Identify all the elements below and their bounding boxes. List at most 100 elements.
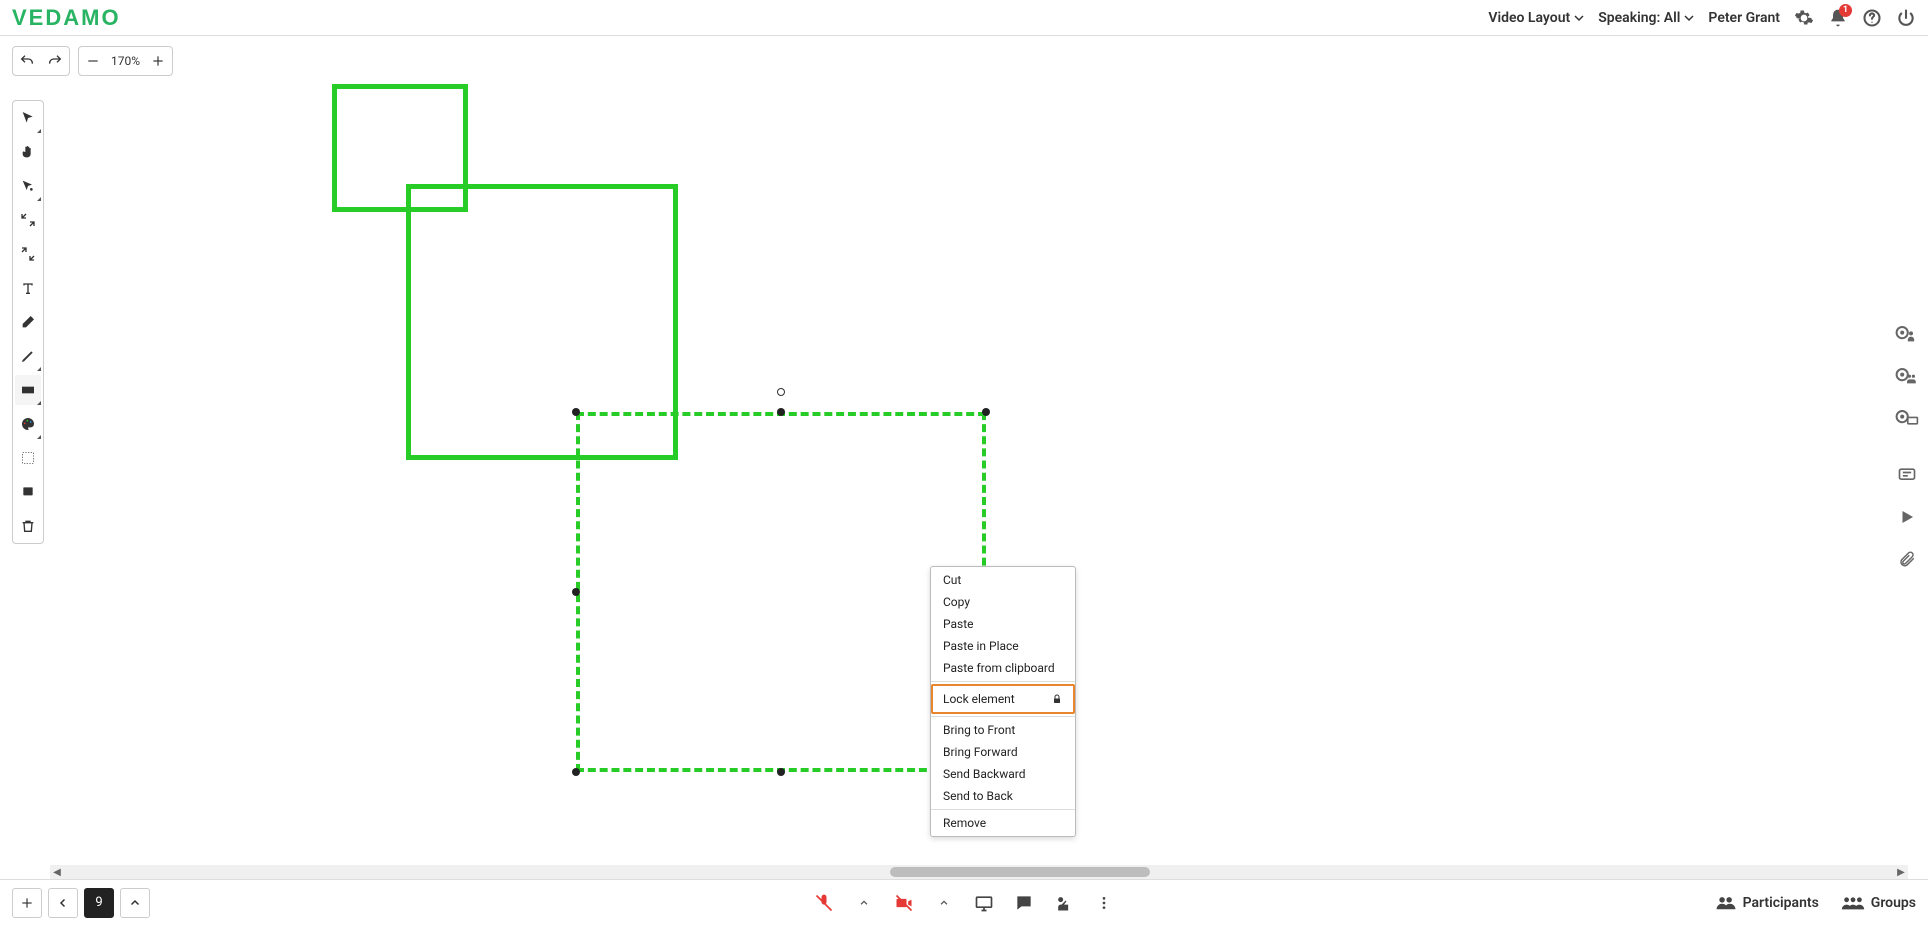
pan-tool[interactable] bbox=[13, 135, 43, 169]
file-tool[interactable] bbox=[13, 475, 43, 509]
chat-button[interactable] bbox=[1013, 892, 1035, 914]
brand-logo: VEDAMO bbox=[12, 5, 121, 31]
eraser-tool[interactable] bbox=[13, 305, 43, 339]
screen-share-button[interactable] bbox=[973, 892, 995, 914]
fit-tool[interactable] bbox=[13, 203, 43, 237]
pen-icon bbox=[20, 348, 36, 364]
laser-tool[interactable] bbox=[13, 169, 43, 203]
video-layout-label: Video Layout bbox=[1488, 10, 1570, 26]
chevron-up-icon bbox=[129, 897, 141, 909]
ctx-paste-from-clipboard[interactable]: Paste from clipboard bbox=[931, 657, 1075, 679]
raise-hand-button[interactable] bbox=[1053, 892, 1075, 914]
notifications-button[interactable]: 1 bbox=[1828, 8, 1848, 28]
ctx-bring-forward[interactable]: Bring Forward bbox=[931, 741, 1075, 763]
add-page-button[interactable] bbox=[12, 888, 42, 918]
color-tool[interactable] bbox=[13, 407, 43, 441]
chevron-left-icon bbox=[57, 897, 69, 909]
hand-icon bbox=[20, 144, 36, 160]
ctx-send-backward[interactable]: Send Backward bbox=[931, 763, 1075, 785]
pen-tool[interactable] bbox=[13, 339, 43, 373]
shape-tool[interactable] bbox=[13, 373, 43, 407]
ctx-paste-label: Paste bbox=[943, 617, 974, 631]
panel-camera-user[interactable] bbox=[1892, 320, 1922, 350]
select-tool[interactable] bbox=[13, 101, 43, 135]
grid-icon bbox=[20, 450, 36, 466]
panel-camera-screen[interactable] bbox=[1892, 404, 1922, 434]
selection-handle[interactable] bbox=[572, 768, 580, 776]
file-icon bbox=[20, 484, 36, 500]
camera-dropdown[interactable] bbox=[933, 892, 955, 914]
video-layout-dropdown[interactable]: Video Layout bbox=[1488, 10, 1584, 26]
chat-icon bbox=[1897, 465, 1917, 485]
ctx-paste-in-place-label: Paste in Place bbox=[943, 639, 1019, 653]
collapse-icon bbox=[20, 212, 36, 228]
delete-tool[interactable] bbox=[13, 509, 43, 543]
participants-icon bbox=[1715, 894, 1737, 912]
bottom-center-controls bbox=[813, 892, 1115, 914]
selection-handle[interactable] bbox=[777, 768, 785, 776]
trash-icon bbox=[20, 518, 36, 534]
settings-button[interactable] bbox=[1794, 8, 1814, 28]
palette-icon bbox=[20, 416, 36, 432]
selection-handle[interactable] bbox=[777, 408, 785, 416]
ctx-lock-element-label: Lock element bbox=[943, 692, 1015, 706]
scroll-left-arrow[interactable]: ◀ bbox=[50, 865, 64, 879]
current-page-indicator[interactable]: 9 bbox=[84, 888, 114, 918]
grid-tool[interactable] bbox=[13, 441, 43, 475]
page-controls: 9 bbox=[12, 888, 150, 918]
ctx-remove-label: Remove bbox=[943, 816, 986, 830]
camera-group-icon bbox=[1895, 367, 1919, 387]
selection-handle[interactable] bbox=[572, 588, 580, 596]
speaking-dropdown[interactable]: Speaking: All bbox=[1598, 10, 1694, 26]
panel-attach[interactable] bbox=[1892, 544, 1922, 574]
ctx-bring-to-front[interactable]: Bring to Front bbox=[931, 719, 1075, 741]
rotation-handle[interactable] bbox=[777, 388, 785, 396]
scrollbar-thumb[interactable] bbox=[890, 867, 1150, 877]
pointer-icon bbox=[20, 110, 36, 126]
more-button[interactable] bbox=[1093, 892, 1115, 914]
groups-label: Groups bbox=[1871, 895, 1916, 911]
prev-page-button[interactable] bbox=[48, 888, 78, 918]
undo-button[interactable] bbox=[13, 47, 41, 75]
ctx-paste[interactable]: Paste bbox=[931, 613, 1075, 635]
mic-dropdown[interactable] bbox=[853, 892, 875, 914]
ctx-paste-in-place[interactable]: Paste in Place bbox=[931, 635, 1075, 657]
scroll-right-arrow[interactable]: ▶ bbox=[1894, 865, 1908, 879]
ctx-cut[interactable]: Cut bbox=[931, 569, 1075, 591]
power-icon bbox=[1896, 8, 1916, 28]
user-name[interactable]: Peter Grant bbox=[1708, 10, 1780, 26]
ctx-remove[interactable]: Remove bbox=[931, 812, 1075, 834]
gear-icon bbox=[1794, 8, 1814, 28]
participants-button[interactable]: Participants bbox=[1715, 894, 1819, 912]
selection-handle[interactable] bbox=[572, 408, 580, 416]
screen-icon bbox=[974, 893, 994, 913]
canvas-shape-selected[interactable] bbox=[576, 412, 986, 772]
panel-play[interactable] bbox=[1892, 502, 1922, 532]
raise-hand-icon bbox=[1054, 893, 1074, 913]
mic-off-button[interactable] bbox=[813, 892, 835, 914]
notification-badge: 1 bbox=[1839, 4, 1852, 17]
chevron-up-icon bbox=[859, 898, 869, 908]
text-tool[interactable] bbox=[13, 271, 43, 305]
ctx-copy[interactable]: Copy bbox=[931, 591, 1075, 613]
expand-tool[interactable] bbox=[13, 237, 43, 271]
chevron-down-icon bbox=[1574, 13, 1584, 23]
eraser-icon bbox=[20, 314, 36, 330]
user-name-label: Peter Grant bbox=[1708, 10, 1780, 26]
rectangle-icon bbox=[20, 382, 36, 398]
panel-camera-group[interactable] bbox=[1892, 362, 1922, 392]
ctx-separator bbox=[931, 809, 1075, 810]
panel-chat[interactable] bbox=[1892, 460, 1922, 490]
selection-handle[interactable] bbox=[982, 408, 990, 416]
ctx-bring-to-front-label: Bring to Front bbox=[943, 723, 1015, 737]
page-list-button[interactable] bbox=[120, 888, 150, 918]
power-button[interactable] bbox=[1896, 8, 1916, 28]
ctx-lock-element[interactable]: Lock element bbox=[931, 684, 1075, 714]
camera-off-icon bbox=[894, 893, 914, 913]
context-menu: Cut Copy Paste Paste in Place Paste from… bbox=[930, 566, 1076, 837]
help-button[interactable] bbox=[1862, 8, 1882, 28]
camera-off-button[interactable] bbox=[893, 892, 915, 914]
ctx-send-to-back[interactable]: Send to Back bbox=[931, 785, 1075, 807]
groups-button[interactable]: Groups bbox=[1841, 894, 1916, 912]
horizontal-scrollbar[interactable]: ◀ ▶ bbox=[50, 865, 1908, 879]
